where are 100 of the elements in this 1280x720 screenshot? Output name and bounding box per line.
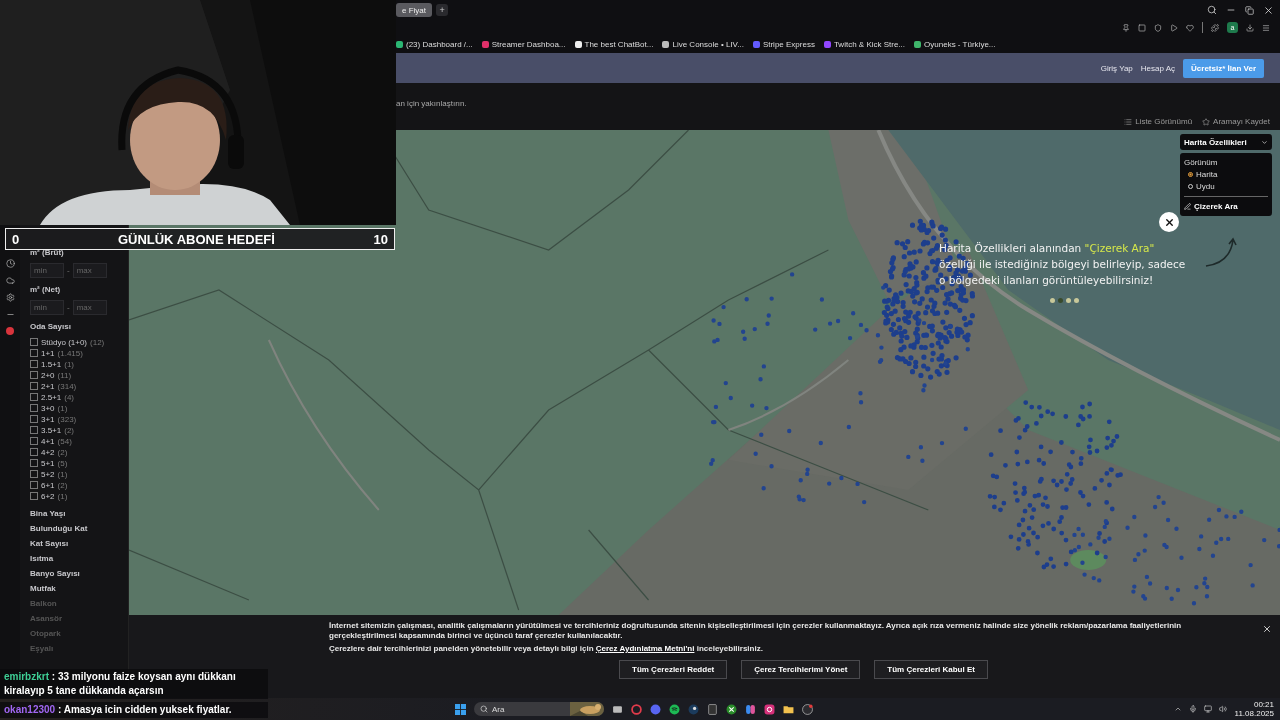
checkbox[interactable]	[30, 415, 38, 423]
app-icon[interactable]	[6, 327, 14, 335]
close-icon[interactable]	[1262, 624, 1272, 634]
header-link[interactable]: Giriş Yap	[1100, 63, 1133, 73]
checkbox[interactable]	[30, 426, 38, 434]
min-field[interactable]: min	[30, 263, 64, 278]
bookmark[interactable]: Streamer Dashboa...	[481, 39, 566, 49]
filter-heading: Oda Sayısı	[30, 322, 72, 331]
list-icon	[1124, 117, 1133, 126]
windows-start-icon[interactable]	[455, 703, 466, 715]
folder-icon[interactable]	[783, 703, 794, 715]
save-search-link[interactable]: Aramayı Kaydet	[1202, 117, 1270, 126]
checkbox[interactable]	[30, 459, 38, 467]
cookie-policy-link[interactable]: Çerez Aydınlatma Metni'ni	[595, 644, 695, 653]
chevron-icon[interactable]	[1173, 705, 1182, 713]
microphone-icon[interactable]	[1188, 705, 1197, 713]
room-option-label: 3+1	[41, 414, 55, 424]
draw-search-link[interactable]: Çizerek Ara	[1184, 202, 1268, 211]
cookie-button[interactable]: Tüm Çerezleri Kabul Et	[874, 660, 988, 679]
checkbox[interactable]	[30, 437, 38, 445]
map-features-dropdown[interactable]: Harita Özellikleri	[1180, 134, 1272, 150]
room-option-label: 5+2	[41, 469, 55, 479]
close-icon[interactable]	[1263, 4, 1274, 16]
speaker-icon[interactable]	[1218, 705, 1227, 713]
checkbox[interactable]	[30, 481, 38, 489]
bookmark[interactable]: Stripe Express	[752, 39, 815, 49]
chat-app-icon[interactable]	[650, 703, 661, 715]
checkbox[interactable]	[30, 492, 38, 500]
pin-icon[interactable]	[1122, 23, 1130, 32]
room-count: (323)	[57, 414, 77, 424]
square-icon[interactable]	[1138, 23, 1146, 32]
browser-icon[interactable]	[631, 703, 642, 715]
room-option-label: 2.5+1	[41, 392, 62, 402]
checkbox[interactable]	[30, 338, 38, 346]
new-tab-button[interactable]: +	[436, 4, 448, 16]
puzzle-icon[interactable]	[1211, 23, 1219, 32]
pager-dot[interactable]	[1057, 298, 1063, 303]
settings-icon[interactable]	[5, 293, 15, 302]
room-option-label: 1+1	[41, 348, 55, 358]
room-count: (54)	[57, 436, 72, 446]
cloud-icon[interactable]	[5, 276, 15, 285]
monitor-icon[interactable]	[1203, 705, 1212, 713]
bookmark[interactable]: (23) Dashboard /...	[396, 39, 473, 49]
min-field[interactable]: min	[30, 300, 64, 315]
taskbar-search[interactable]: Ara	[474, 702, 604, 716]
pager-dot[interactable]	[1065, 298, 1071, 303]
camera-app-icon[interactable]	[764, 703, 775, 715]
checkbox[interactable]	[30, 382, 38, 390]
header-link[interactable]: Hesap Aç	[1140, 63, 1176, 73]
list-view-link[interactable]: Liste Görünümü	[1124, 117, 1193, 126]
checkbox[interactable]	[30, 448, 38, 456]
bookmark[interactable]: The best ChatBot...	[574, 39, 654, 49]
clock-time: 00:21	[1253, 700, 1274, 709]
filter-section[interactable]: Kat Sayısı	[30, 539, 128, 548]
checkbox[interactable]	[30, 349, 38, 357]
room-option-label: 4+2	[41, 447, 55, 457]
filter-section[interactable]: Banyo Sayısı	[30, 569, 128, 578]
recorder-icon[interactable]	[802, 703, 813, 715]
checkbox[interactable]	[30, 360, 38, 368]
max-field[interactable]: max	[72, 263, 107, 278]
cookie-button[interactable]: Tüm Çerezleri Reddet	[619, 660, 728, 679]
filter-section[interactable]: Mutfak	[30, 584, 128, 593]
cookie-detail-text: Çerezlere dair tercihlerinizi panelden yönetebilir veya detaylı bilgi için Çerez Aydınlatma Metni'ni inceleyebilirsiniz.	[329, 644, 764, 654]
heart-icon[interactable]	[1186, 23, 1194, 32]
room-count: (314)	[57, 381, 77, 391]
restore-icon[interactable]	[1245, 5, 1254, 15]
goal-title: GÜNLÜK ABONE HEDEFİ	[116, 231, 276, 247]
filter-section[interactable]: Isıtma	[30, 554, 128, 563]
room-count: (2)	[57, 447, 68, 457]
clock-icon[interactable]	[5, 259, 15, 268]
play-icon[interactable]	[1170, 23, 1178, 32]
bookmark[interactable]: Live Console • LIV...	[662, 39, 744, 49]
checkbox[interactable]	[30, 393, 38, 401]
room-option-label: 3.5+1	[41, 425, 62, 435]
bookmark[interactable]: Oyuneks - Türkiye...	[914, 39, 996, 49]
music-app-icon[interactable]	[669, 703, 680, 715]
game-launcher-icon[interactable]	[688, 703, 699, 715]
view-option[interactable]: Harita	[1184, 170, 1268, 179]
download-icon[interactable]	[1246, 23, 1254, 32]
checkbox[interactable]	[30, 371, 38, 379]
room-count: (1)	[57, 491, 68, 501]
bookmark[interactable]: Twitch & Kick Stre...	[823, 39, 906, 49]
pager-dot[interactable]	[1049, 298, 1055, 303]
checkbox[interactable]	[30, 470, 38, 478]
view-option[interactable]: Uydu	[1184, 182, 1268, 191]
filter-section[interactable]: Bulunduğu Kat	[30, 524, 128, 533]
menu-icon[interactable]	[1262, 23, 1270, 32]
room-count: (1)	[64, 359, 75, 369]
room-option-label: 2+0	[41, 370, 55, 380]
checkbox[interactable]	[30, 404, 38, 412]
cookie-button[interactable]: Çerez Tercihlerimi Yönet	[741, 660, 861, 679]
goal-target: 10	[373, 231, 388, 247]
shield-icon[interactable]	[1154, 23, 1162, 32]
filter-section[interactable]: Bina Yaşı	[30, 509, 128, 518]
max-field[interactable]: max	[72, 300, 107, 315]
pager-dot[interactable]	[1073, 298, 1079, 303]
search-icon[interactable]	[1207, 5, 1217, 15]
task-view-icon[interactable]	[612, 703, 623, 715]
game-app-icon[interactable]	[726, 703, 737, 715]
browser-tab[interactable]: e Fiyat	[396, 3, 432, 17]
